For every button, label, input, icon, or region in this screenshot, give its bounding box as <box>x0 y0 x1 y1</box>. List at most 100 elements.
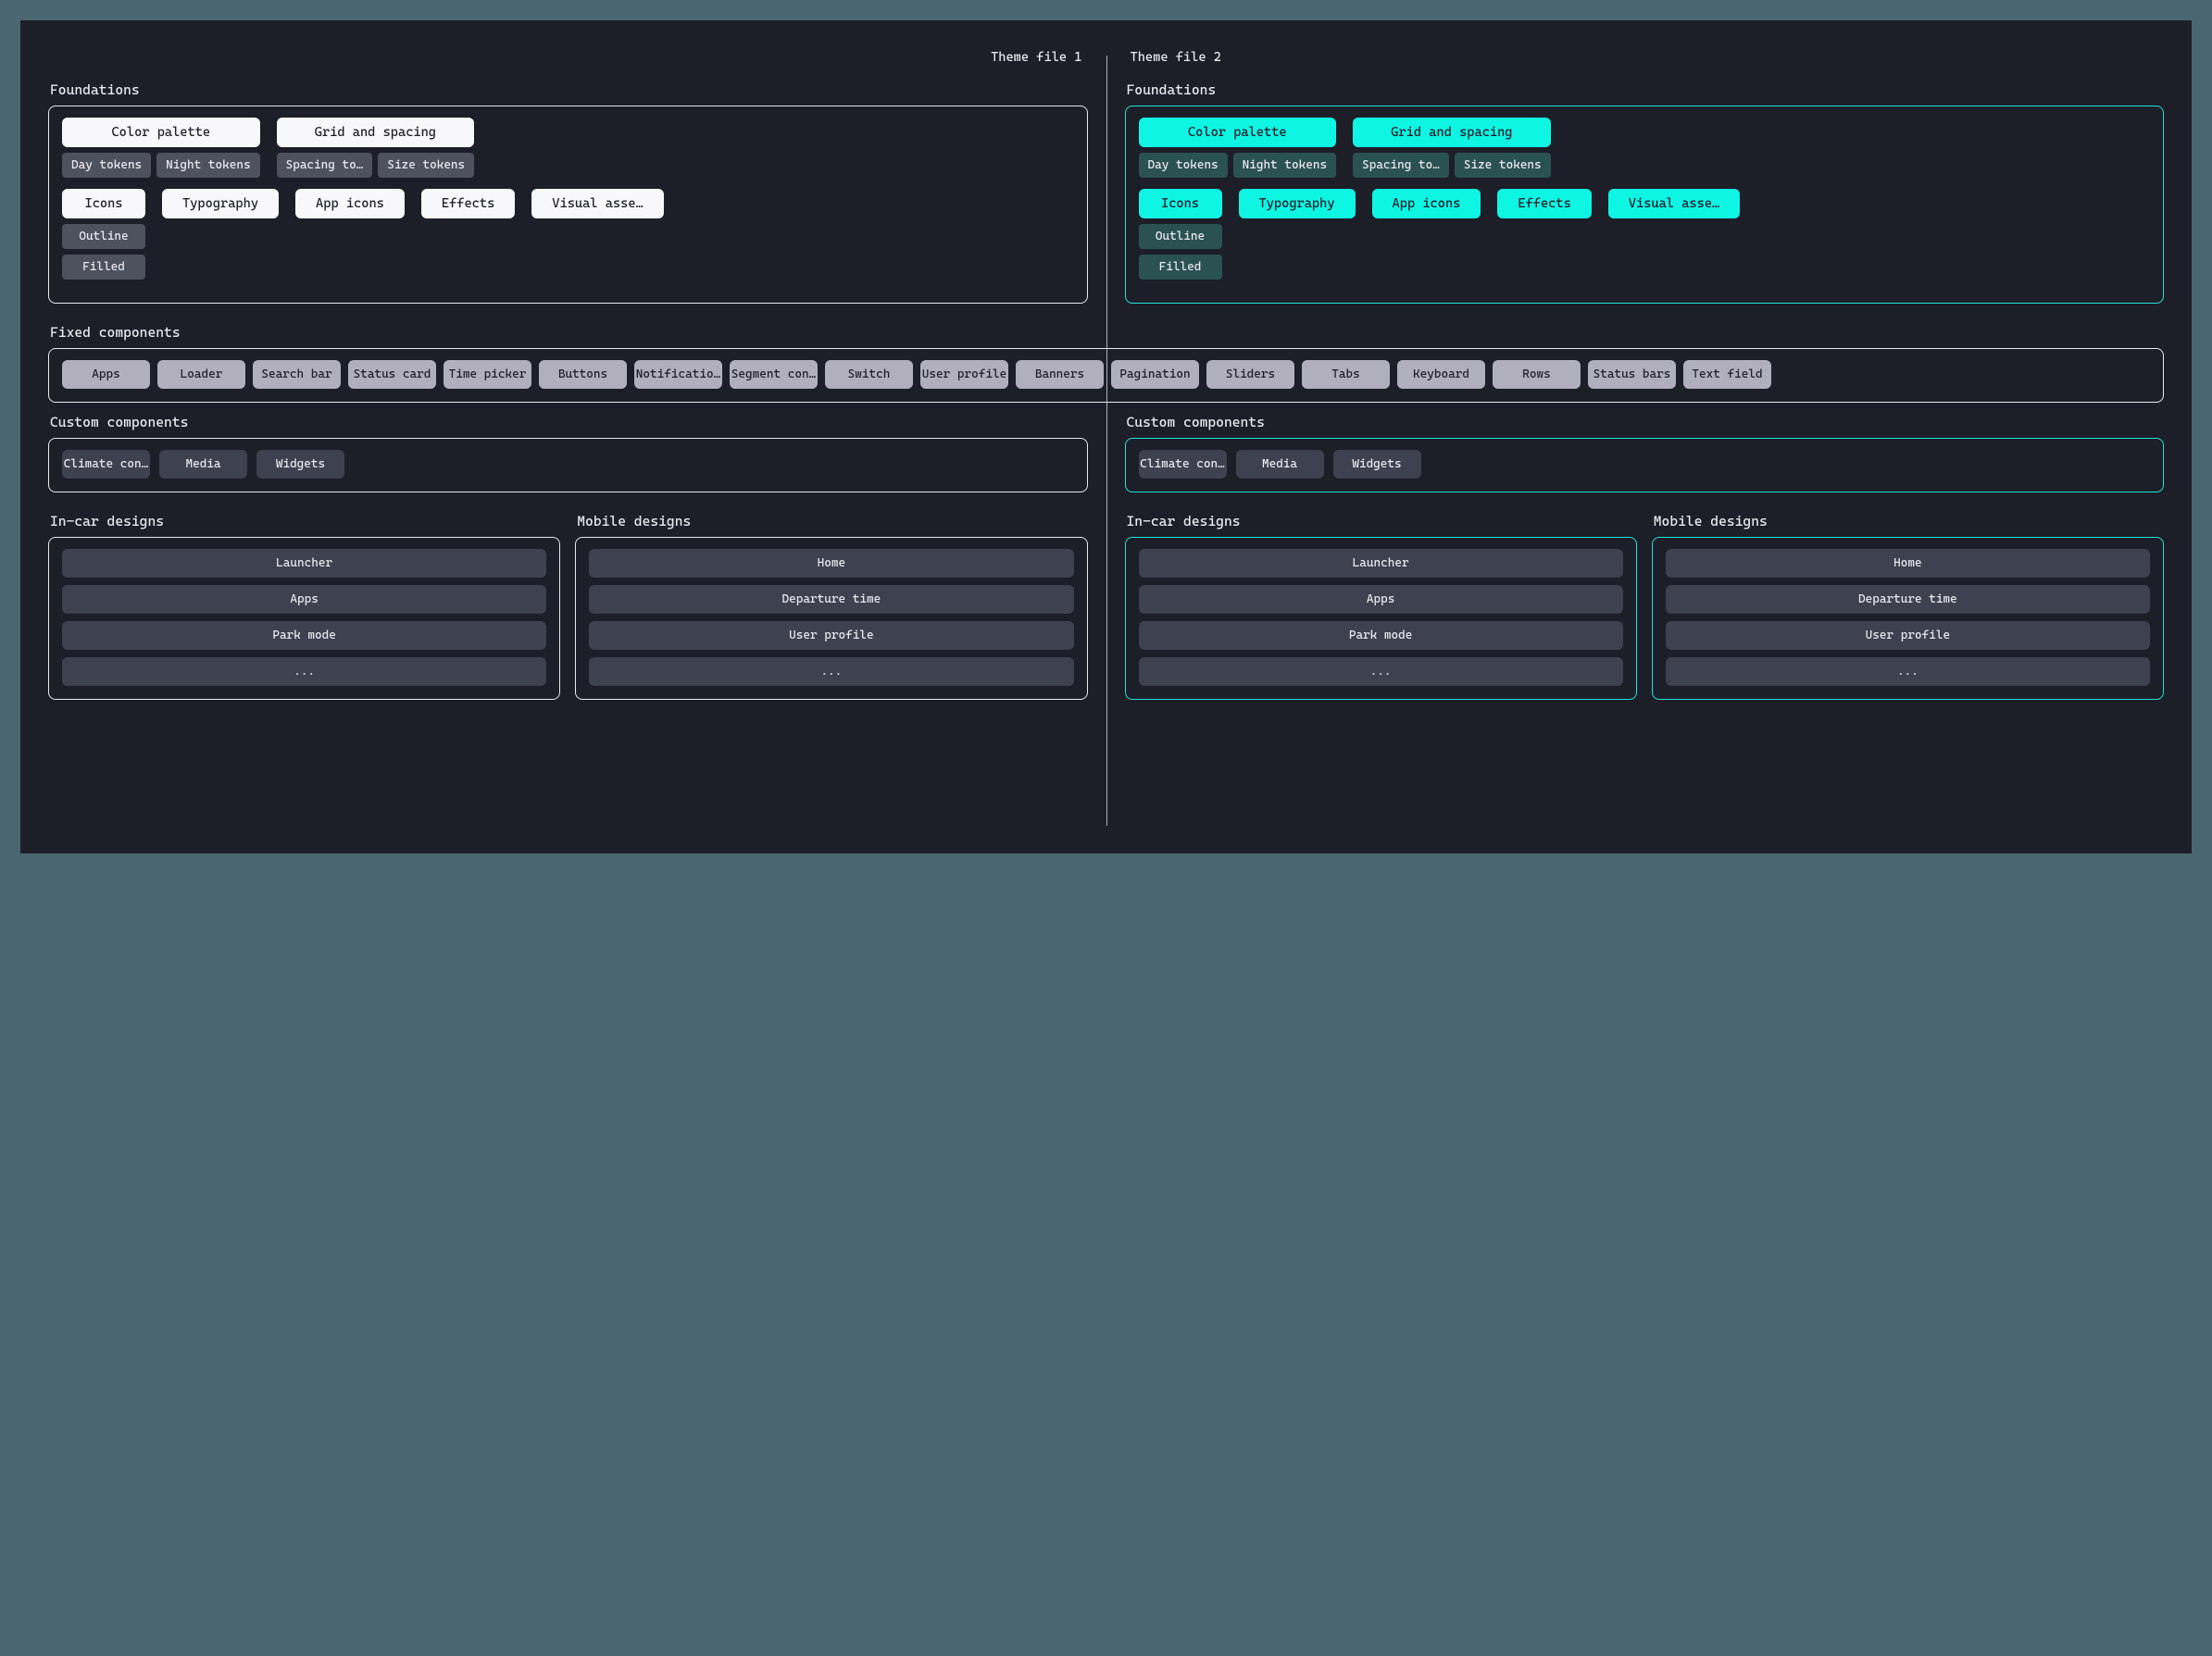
fixed-component-keyboard[interactable]: Keyboard <box>1397 360 1485 389</box>
sub-chip-outline[interactable]: Outline <box>62 224 145 249</box>
sub-chip-spacing-to[interactable]: Spacing to… <box>1353 153 1449 178</box>
fixed-component-buttons[interactable]: Buttons <box>539 360 627 389</box>
mobile-panel-right: Home Departure time User profile... <box>1652 537 2164 700</box>
fixed-component-status-card[interactable]: Status card <box>348 360 436 389</box>
fixed-components-panel: AppsLoader Search barStatus card Time pick… <box>48 348 2164 403</box>
sub-chip-outline[interactable]: Outline <box>1139 224 1222 249</box>
fixed-component-rows[interactable]: Rows <box>1493 360 1581 389</box>
fixed-component-segment-con[interactable]: Segment con… <box>730 360 818 389</box>
incar-label: In-car designs <box>50 513 560 529</box>
sub-pages-icons: Outline Filled <box>1139 224 1222 280</box>
page-chip-icons[interactable]: Icons <box>1139 189 1222 218</box>
incar-row-park-mode[interactable]: Park mode <box>1139 621 1623 650</box>
custom-components-panel-left: Climate con… Media Widgets <box>48 438 1088 492</box>
page-chip-visual-asse[interactable]: Visual asse… <box>1608 189 1740 218</box>
incar-row-launcher[interactable]: Launcher <box>62 549 546 578</box>
page-block-color-palette: Color palette Day tokensNight tokens <box>1139 118 1337 178</box>
fixed-component-switch[interactable]: Switch <box>825 360 913 389</box>
page-chip-effects[interactable]: Effects <box>1497 189 1591 218</box>
fixed-component-notificatio[interactable]: Notificatio… <box>634 360 722 389</box>
custom-component-climate-con[interactable]: Climate con… <box>1139 450 1227 479</box>
custom-component-media[interactable]: Media <box>1236 450 1324 479</box>
page-chip-typography[interactable]: Typography <box>162 189 279 218</box>
custom-component-climate-con[interactable]: Climate con… <box>62 450 150 479</box>
page-chip-color-palette[interactable]: Color palette <box>62 118 260 147</box>
mobile-row-user-profile[interactable]: User profile <box>589 621 1073 650</box>
incar-row-apps[interactable]: Apps <box>1139 585 1623 614</box>
fixed-component-search-bar[interactable]: Search bar <box>253 360 341 389</box>
mobile-row-home[interactable]: Home <box>589 549 1073 578</box>
page-chip-grid-and-spacing[interactable]: Grid and spacing <box>1353 118 1551 147</box>
mobile-row-item[interactable]: ... <box>589 657 1073 686</box>
incar-row-launcher[interactable]: Launcher <box>1139 549 1623 578</box>
incar-label: In-car designs <box>1127 513 1637 529</box>
sub-chip-spacing-to[interactable]: Spacing to… <box>277 153 373 178</box>
mobile-row-departure-time[interactable]: Departure time <box>1666 585 2150 614</box>
fixed-component-loader[interactable]: Loader <box>157 360 245 389</box>
fixed-component-pagination[interactable]: Pagination <box>1111 360 1199 389</box>
page-chip-effects[interactable]: Effects <box>421 189 515 218</box>
page-block-app-icons: App icons <box>295 189 405 280</box>
foundations-section-left: Foundations Color palette Day tokensNight… <box>48 81 1088 304</box>
fixed-component-time-picker[interactable]: Time picker <box>444 360 531 389</box>
custom-components-section-left: Custom components Climate con…MediaWidge… <box>48 414 1088 492</box>
page-block-icons: Icons Outline Filled <box>1139 189 1222 280</box>
page-chip-color-palette[interactable]: Color palette <box>1139 118 1337 147</box>
foundations-panel-right: Color palette Day tokensNight tokens Grid … <box>1125 106 2165 304</box>
sub-pages-icons: Outline Filled <box>62 224 145 280</box>
incar-panel-left: Launcher Apps Park mode... <box>48 537 560 700</box>
fixed-component-sliders[interactable]: Sliders <box>1206 360 1294 389</box>
mobile-row-user-profile[interactable]: User profile <box>1666 621 2150 650</box>
page-chip-app-icons[interactable]: App icons <box>295 189 405 218</box>
foundations-panel-left: Color palette Day tokensNight tokens Grid … <box>48 106 1088 304</box>
mobile-row-departure-time[interactable]: Departure time <box>589 585 1073 614</box>
fixed-component-text-field[interactable]: Text field <box>1683 360 1771 389</box>
fixed-component-apps[interactable]: Apps <box>62 360 150 389</box>
custom-component-widgets[interactable]: Widgets <box>256 450 344 479</box>
mobile-section-left: Mobile designs Home Departure time User pr… <box>575 513 1087 700</box>
sub-chip-day-tokens[interactable]: Day tokens <box>62 153 151 178</box>
incar-row-item[interactable]: ... <box>62 657 546 686</box>
sub-chip-size-tokens[interactable]: Size tokens <box>378 153 474 178</box>
page-block-grid-and-spacing: Grid and spacing Spacing to…Size tokens <box>277 118 475 178</box>
custom-component-widgets[interactable]: Widgets <box>1333 450 1421 479</box>
page-block-typography: Typography <box>162 189 279 280</box>
fixed-component-status-bars[interactable]: Status bars <box>1588 360 1676 389</box>
page-chip-typography[interactable]: Typography <box>1239 189 1356 218</box>
mobile-row-home[interactable]: Home <box>1666 549 2150 578</box>
sub-chip-size-tokens[interactable]: Size tokens <box>1455 153 1551 178</box>
incar-row-park-mode[interactable]: Park mode <box>62 621 546 650</box>
foundations-label: Foundations <box>50 81 1088 98</box>
mobile-label: Mobile designs <box>1654 513 2164 529</box>
incar-section-left: In-car designs Launcher Apps Park mode... <box>48 513 560 700</box>
foundations-label: Foundations <box>1127 81 2165 98</box>
incar-row-apps[interactable]: Apps <box>62 585 546 614</box>
fixed-components-label: Fixed components <box>50 324 2164 341</box>
mobile-label: Mobile designs <box>577 513 1087 529</box>
fixed-component-tabs[interactable]: Tabs <box>1302 360 1390 389</box>
page-block-visual-asse: Visual asse… <box>531 189 663 280</box>
fixed-component-banners[interactable]: Banners <box>1016 360 1104 389</box>
theme-1-title: Theme file 1 <box>48 50 1088 65</box>
foundations-section-right: Foundations Color palette Day tokensNight… <box>1125 81 2165 304</box>
sub-chip-filled[interactable]: Filled <box>62 255 145 280</box>
sub-chip-night-tokens[interactable]: Night tokens <box>156 153 259 178</box>
page-chip-grid-and-spacing[interactable]: Grid and spacing <box>277 118 475 147</box>
incar-row-item[interactable]: ... <box>1139 657 1623 686</box>
fixed-components-section: Fixed components AppsLoaderSearch barSta… <box>48 324 2164 403</box>
mobile-row-item[interactable]: ... <box>1666 657 2150 686</box>
page-chip-app-icons[interactable]: App icons <box>1372 189 1481 218</box>
page-block-app-icons: App icons <box>1372 189 1481 280</box>
sub-chip-night-tokens[interactable]: Night tokens <box>1233 153 1336 178</box>
page-block-typography: Typography <box>1239 189 1356 280</box>
fixed-component-user-profile[interactable]: User profile <box>920 360 1008 389</box>
diagram-canvas: Theme file 1 Theme file 2 Foundations Co… <box>20 20 2192 853</box>
page-chip-visual-asse[interactable]: Visual asse… <box>531 189 663 218</box>
sub-pages-grid-and-spacing: Spacing to…Size tokens <box>1353 153 1551 178</box>
mobile-section-right: Mobile designs Home Departure time User pr… <box>1652 513 2164 700</box>
sub-chip-day-tokens[interactable]: Day tokens <box>1139 153 1228 178</box>
custom-component-media[interactable]: Media <box>159 450 247 479</box>
sub-chip-filled[interactable]: Filled <box>1139 255 1222 280</box>
mobile-panel-left: Home Departure time User profile... <box>575 537 1087 700</box>
page-chip-icons[interactable]: Icons <box>62 189 145 218</box>
